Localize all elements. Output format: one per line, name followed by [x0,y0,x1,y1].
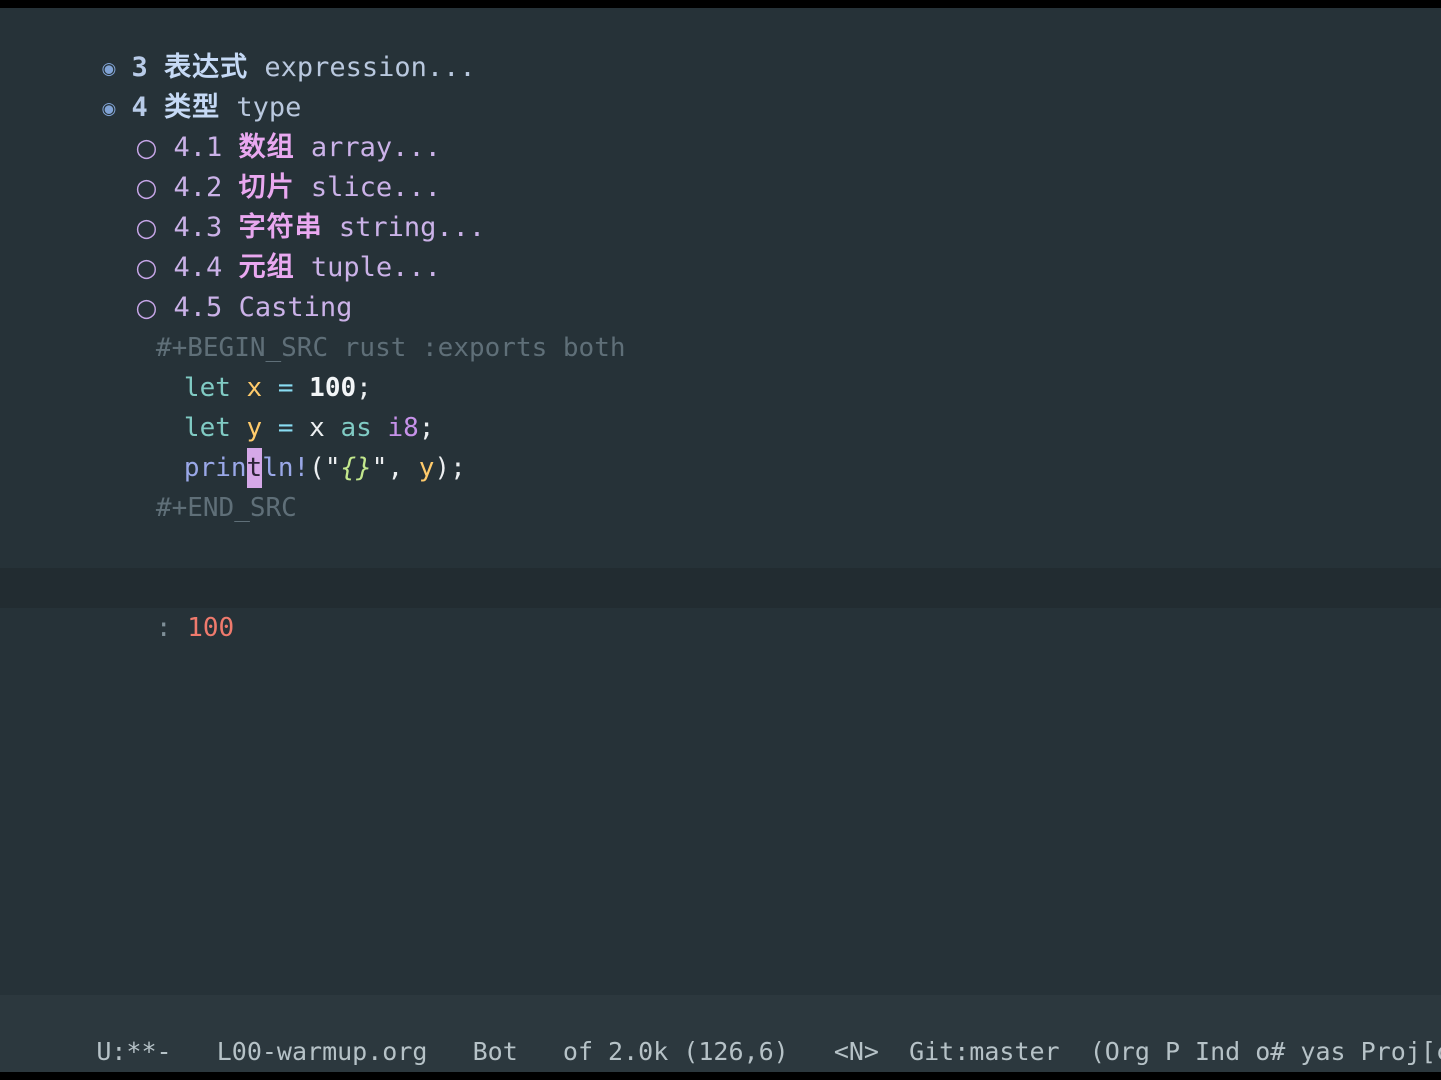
emacs-frame: ◉ 3 表达式 expression... ◉ 4 类型 type ○ 4.1 数组 … [0,8,1441,1072]
top-black-strip [0,0,1441,8]
org-heading-level1[interactable]: ◉ 3 表达式 expression... [0,8,1441,83]
results-value-wrapper: : 100 [94,613,234,643]
src-block-end-line[interactable]: #+END_SRC [0,448,1441,523]
org-heading-level2[interactable]: ○ 4.3 字符串 string... [0,168,1441,243]
src-code-line[interactable]: let x = 100; [0,328,1441,403]
src-block-begin-line[interactable]: #+BEGIN_SRC rust :exports both [0,288,1441,363]
modeline-row1-text: U:**- L00-warmup.org Bot of 2.0k (126,6)… [96,1037,1441,1066]
src-code-line-with-cursor[interactable]: println!("{}", y); [0,408,1441,488]
results-directive-line[interactable]: #+RESULTS: [0,528,1441,603]
src-code-line[interactable]: let y = x as i8; [0,368,1441,443]
org-heading-level2[interactable]: ○ 4.1 数组 array... [0,88,1441,163]
bottom-black-strip [0,1072,1441,1080]
org-buffer[interactable]: ◉ 3 表达式 expression... ◉ 4 类型 type ○ 4.1 数组 … [0,8,1441,995]
results-value: 100 [187,613,235,643]
org-heading-level1[interactable]: ◉ 4 类型 type [0,48,1441,123]
results-value-row[interactable]: : 100 [0,568,1441,643]
modeline-row-1[interactable]: U:**- L00-warmup.org Bot of 2.0k (126,6)… [0,995,1441,1066]
org-heading-level2[interactable]: ○ 4.2 切片 slice... [0,128,1441,203]
modeline[interactable]: U:**- L00-warmup.org Bot of 2.0k (126,6)… [0,995,1441,1072]
org-heading-level2[interactable]: ○ 4.5 Casting [0,248,1441,323]
org-heading-level2[interactable]: ○ 4.4 元组 tuple... [0,208,1441,283]
results-line-prefix: : [155,613,172,643]
